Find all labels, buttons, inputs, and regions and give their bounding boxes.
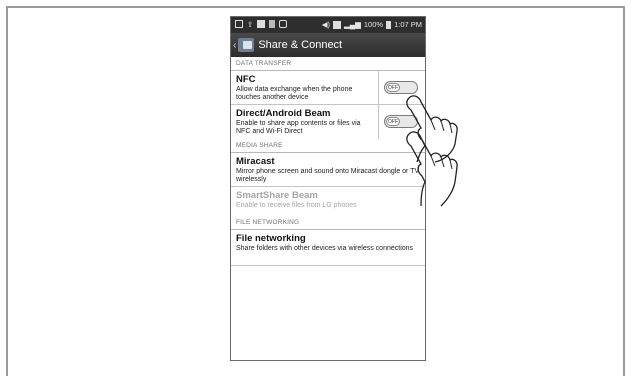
sd-icon: [269, 20, 276, 28]
clock: 1:07 PM: [394, 20, 422, 29]
pointing-hand-icon: [406, 131, 458, 207]
item-description: Allow data exchange when the phone touch…: [236, 86, 353, 101]
item-title: Miracast: [236, 156, 275, 167]
item-description: Enable to share app contents or files vi…: [236, 120, 361, 135]
battery-percent: 100%: [363, 20, 384, 29]
item-title: NFC: [236, 74, 256, 85]
status-bar: ⇧ ◀) ▂▄▆ 100% 1:07 PM: [231, 17, 425, 33]
page-title: Share & Connect: [258, 39, 343, 51]
item-title: Direct/Android Beam: [236, 108, 331, 119]
item-title: File networking: [236, 233, 306, 244]
bag-icon: [257, 20, 266, 28]
volume-icon: ◀): [321, 20, 331, 29]
upload-icon: ⇧: [247, 20, 254, 29]
signal-icon: ▂▄▆: [344, 20, 361, 29]
item-description: Mirror phone screen and sound onto Mirac…: [236, 168, 420, 183]
section-header-file-networking: FILE NETWORKING: [231, 216, 425, 230]
item-description: Share folders with other devices via wir…: [236, 245, 414, 252]
chevron-left-icon[interactable]: ‹: [233, 40, 236, 51]
list-item-file-networking[interactable]: File networking Share folders with other…: [231, 230, 425, 266]
image-icon: [235, 20, 243, 28]
screen-icon: [279, 20, 288, 28]
item-description: Enable to receive files from LG phones: [236, 202, 357, 209]
sim-icon: [333, 20, 342, 29]
title-bar: ‹ Share & Connect: [231, 33, 425, 57]
section-header-data-transfer: DATA TRANSFER: [231, 57, 425, 71]
battery-icon: [386, 20, 392, 29]
item-title: SmartShare Beam: [236, 190, 318, 201]
share-connect-icon[interactable]: [238, 38, 255, 52]
